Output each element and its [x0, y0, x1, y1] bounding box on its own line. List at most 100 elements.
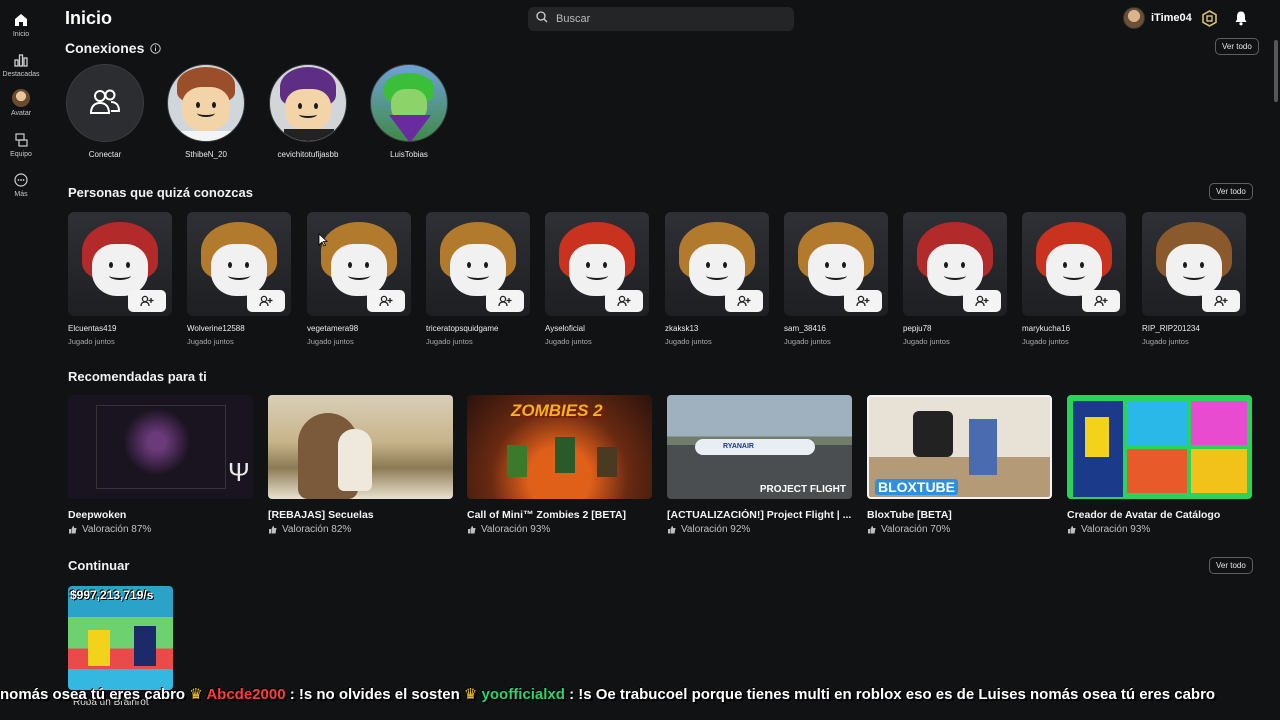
add-friend-icon [737, 295, 751, 307]
rating-text: Valoración 87% [82, 524, 152, 535]
connection-name: LuisTobias [390, 150, 428, 159]
recommended-title: Recomendadas para ti [68, 369, 207, 384]
connection-item[interactable]: LuisTobias [369, 64, 449, 159]
search-input[interactable] [556, 13, 776, 25]
connections-see-all-button[interactable]: Ver todo [1215, 38, 1259, 55]
user-profile[interactable]: iTime04 [1123, 7, 1192, 29]
chat-username: yoofficialxd [481, 686, 565, 703]
avatar-head [92, 244, 148, 296]
game-thumbnail: ZOMBIES 2 [467, 395, 652, 499]
thumbs-up-icon [69, 526, 77, 534]
search-icon [536, 10, 548, 28]
chat-text: : !s no olvides el sosten [285, 686, 464, 703]
person-name: pepju78 [903, 324, 932, 333]
game-rating: Valoración 87% [68, 524, 253, 535]
person-subtitle: Jugado juntos [426, 337, 473, 346]
nav-label: Equipo [10, 151, 32, 158]
add-friend-button[interactable] [1202, 290, 1240, 312]
person-card[interactable]: marykucha16 Jugado juntos [1022, 212, 1126, 346]
people-title: Personas que quizá conozcas [68, 185, 253, 200]
person-avatar [1022, 212, 1126, 316]
add-friend-icon [379, 295, 393, 307]
person-card[interactable]: pepju78 Jugado juntos [903, 212, 1007, 346]
add-friend-button[interactable] [1082, 290, 1120, 312]
connection-avatar [269, 64, 347, 142]
person-avatar [68, 212, 172, 316]
nav-item-inicio[interactable]: Inicio [0, 12, 42, 38]
person-name: triceratopsquidgame [426, 324, 499, 333]
connect-button[interactable]: Conectar [65, 64, 145, 159]
person-card[interactable]: triceratopsquidgame Jugado juntos [426, 212, 530, 346]
add-friend-button[interactable] [247, 290, 285, 312]
game-art-text: ZOMBIES 2 [511, 401, 603, 420]
add-friend-button[interactable] [128, 290, 166, 312]
game-thumbnail [1067, 395, 1252, 499]
person-card[interactable]: Ayseloficial Jugado juntos [545, 212, 649, 346]
person-card[interactable]: Wolverine12588 Jugado juntos [187, 212, 291, 346]
connection-item[interactable]: SthibeN_20 [166, 64, 246, 159]
user-avatar [1123, 7, 1145, 29]
game-thumbnail: Ψ [68, 395, 253, 499]
chat-text: nomás osea tú eres cabro [0, 686, 190, 703]
game-card[interactable]: BLOXTUBE BloxTube [BETA] Valoración 70% [867, 395, 1052, 535]
scrollbar[interactable] [1274, 40, 1278, 102]
game-rating: Valoración 93% [1067, 524, 1252, 535]
people-see-all-button[interactable]: Ver todo [1209, 183, 1253, 200]
game-title: Deepwoken [68, 509, 127, 521]
person-avatar [903, 212, 1007, 316]
game-card[interactable]: RYANAIR PROJECT FLIGHT [ACTUALIZACIÓN!] … [667, 395, 852, 535]
rating-text: Valoración 82% [282, 524, 352, 535]
person-name: zkaksk13 [665, 324, 699, 333]
game-card[interactable]: ZOMBIES 2 Call of Mini™ Zombies 2 [BETA]… [467, 395, 652, 535]
continue-see-all-button[interactable]: Ver todo [1209, 557, 1253, 574]
person-avatar [545, 212, 649, 316]
nav-label: Inicio [12, 31, 30, 38]
add-friend-button[interactable] [725, 290, 763, 312]
nav-item-equipo[interactable]: Equipo [0, 132, 42, 158]
person-subtitle: Jugado juntos [665, 337, 712, 346]
connection-avatar [167, 64, 245, 142]
game-title: BloxTube [BETA] [867, 509, 952, 521]
continue-game-card[interactable]: $997,213,719/s [68, 586, 173, 690]
add-friend-button[interactable] [844, 290, 882, 312]
page-title: Inicio [65, 8, 113, 28]
game-card[interactable]: [REBAJAS] Secuelas Valoración 82% [268, 395, 453, 535]
robux-icon[interactable] [1201, 10, 1218, 27]
connection-item[interactable]: cevichitotufijasbb [268, 64, 348, 159]
chat-ticker: nomás osea tú eres cabro ♛ Abcde2000 : !… [0, 684, 1280, 706]
game-card[interactable]: Creador de Avatar de Catálogo Valoración… [1067, 395, 1252, 535]
person-card[interactable]: RIP_RIP201234 Jugado juntos [1142, 212, 1246, 346]
add-friend-button[interactable] [963, 290, 1001, 312]
add-friend-icon [140, 295, 154, 307]
game-card[interactable]: Ψ Deepwoken Valoración 87% [68, 395, 253, 535]
person-card[interactable]: Elcuentas419 Jugado juntos [68, 212, 172, 346]
continue-title: Continuar [68, 558, 130, 573]
notification-bell-icon[interactable] [1233, 10, 1249, 26]
person-avatar [187, 212, 291, 316]
person-card[interactable]: sam_38416 Jugado juntos [784, 212, 888, 346]
game-rating: Valoración 93% [467, 524, 652, 535]
nav-item-mas[interactable]: Más [0, 172, 42, 198]
avatar-head [331, 244, 387, 296]
person-card[interactable]: zkaksk13 Jugado juntos [665, 212, 769, 346]
connect-circle [66, 64, 144, 142]
game-title: [ACTUALIZACIÓN!] Project Flight | ... [667, 509, 852, 521]
avatar-head [808, 244, 864, 296]
avatar-head [285, 89, 331, 131]
search-bar[interactable] [528, 7, 794, 31]
nav-item-destacadas[interactable]: Destacadas [0, 52, 42, 78]
game-thumbnail [268, 395, 453, 499]
add-friend-button[interactable] [367, 290, 405, 312]
add-friend-button[interactable] [486, 290, 524, 312]
mouse-cursor-icon [318, 233, 329, 252]
nav-item-avatar[interactable]: Avatar [0, 89, 42, 117]
add-friend-icon [498, 295, 512, 307]
connections-header: Conexiones [65, 40, 162, 56]
connection-name: SthibeN_20 [185, 150, 227, 159]
crown-icon: ♛ [463, 686, 478, 703]
avatar-head [1046, 244, 1102, 296]
person-avatar [426, 212, 530, 316]
nav-label: Destacadas [2, 71, 40, 78]
info-icon[interactable] [150, 42, 162, 54]
add-friend-button[interactable] [605, 290, 643, 312]
